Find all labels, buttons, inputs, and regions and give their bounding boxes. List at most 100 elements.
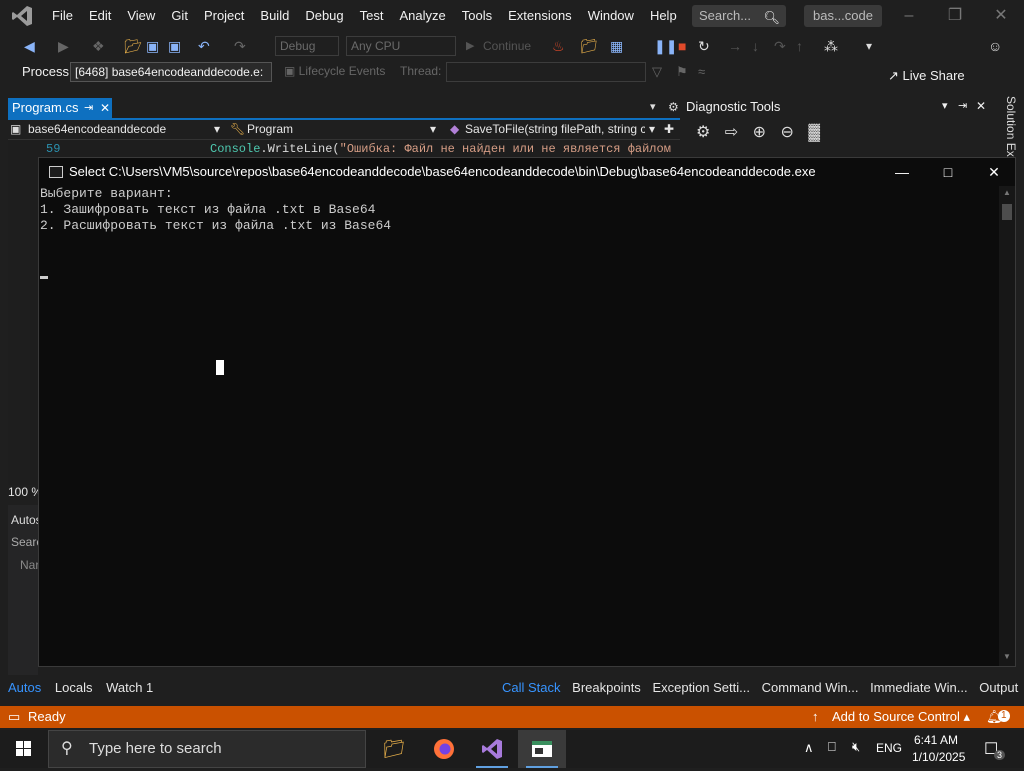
thread-select[interactable] bbox=[446, 62, 646, 82]
hot-reload-icon[interactable]: ♨ bbox=[552, 36, 565, 56]
menu-analyze[interactable]: Analyze bbox=[391, 0, 453, 32]
forward-icon[interactable]: ▶ bbox=[58, 36, 69, 56]
menu-tools[interactable]: Tools bbox=[454, 0, 500, 32]
tab-output[interactable]: Output bbox=[979, 680, 1018, 695]
console-window[interactable]: Select C:\Users\VM5\source\repos\base64e… bbox=[38, 157, 1016, 667]
menu-project[interactable]: Project bbox=[196, 0, 252, 32]
scroll-up-icon[interactable]: ▲ bbox=[1003, 188, 1011, 197]
diag-close-icon[interactable]: ✕ bbox=[976, 99, 986, 113]
nav-project-chevron-icon[interactable]: ▾ bbox=[214, 122, 220, 136]
diag-settings-icon[interactable]: ⚙ bbox=[696, 124, 710, 141]
taskbar-search-input[interactable]: ⚲ Type here to search bbox=[48, 730, 366, 768]
console-taskbar-icon[interactable] bbox=[518, 730, 566, 768]
diag-pin-icon[interactable]: ⇥ bbox=[958, 99, 967, 112]
console-output[interactable]: Выберите вариант: 1. Зашифровать текст и… bbox=[39, 186, 999, 666]
hide-threads-icon[interactable]: ≈ bbox=[698, 64, 705, 79]
back-icon[interactable]: ◀ bbox=[24, 36, 35, 56]
diag-zoom-out-icon[interactable]: ⊖ bbox=[781, 124, 794, 141]
nav-class-chevron-icon[interactable]: ▾ bbox=[430, 122, 436, 136]
show-next-statement-icon[interactable]: → bbox=[728, 36, 742, 56]
redo-icon[interactable]: ↷ bbox=[234, 36, 246, 56]
feedback-icon[interactable]: ☺ bbox=[988, 36, 1002, 56]
nav-member-dropdown[interactable]: SaveToFile(string filePath, string cc bbox=[465, 122, 645, 136]
tab-watch-1[interactable]: Watch 1 bbox=[106, 680, 153, 695]
tray-overflow-icon[interactable]: ∧ bbox=[804, 740, 814, 756]
restore-button[interactable]: ❐ bbox=[932, 0, 978, 32]
scroll-down-icon[interactable]: ▼ bbox=[1003, 652, 1011, 661]
console-title-bar[interactable]: Select C:\Users\VM5\source\repos\base64e… bbox=[39, 158, 1015, 186]
split-editor-icon[interactable]: ✚ bbox=[664, 122, 674, 136]
tab-call-stack[interactable]: Call Stack bbox=[502, 680, 561, 695]
diag-zoom-in-icon[interactable]: ⊕ bbox=[753, 124, 766, 141]
save-icon[interactable]: ▣ bbox=[146, 36, 159, 56]
console-close-button[interactable]: ✕ bbox=[971, 158, 1017, 186]
tab-autos[interactable]: Autos bbox=[8, 680, 41, 695]
nav-member-chevron-icon[interactable]: ▾ bbox=[649, 122, 655, 136]
browser-link-icon[interactable]: ▦ bbox=[610, 36, 623, 56]
menu-help[interactable]: Help bbox=[642, 0, 685, 32]
tab-exception-settings[interactable]: Exception Setti... bbox=[652, 680, 750, 695]
toolbar-overflow-icon[interactable]: ▾ bbox=[866, 36, 872, 56]
stop-icon[interactable]: ■ bbox=[678, 36, 686, 56]
diag-dropdown-icon[interactable]: ▾ bbox=[942, 99, 948, 112]
volume-muted-icon[interactable]: 🔇︎ bbox=[852, 739, 860, 755]
tab-breakpoints[interactable]: Breakpoints bbox=[572, 680, 641, 695]
menu-edit[interactable]: Edit bbox=[81, 0, 119, 32]
flag-icon[interactable]: ⚑ bbox=[676, 64, 688, 80]
firefox-icon[interactable] bbox=[420, 730, 468, 768]
add-to-source-control-button[interactable]: Add to Source Control ▴ bbox=[832, 706, 970, 728]
console-scrollbar[interactable]: ▲ ▼ bbox=[999, 186, 1015, 666]
input-language[interactable]: ENG bbox=[876, 741, 902, 755]
menu-extensions[interactable]: Extensions bbox=[500, 0, 580, 32]
menu-build[interactable]: Build bbox=[252, 0, 297, 32]
menu-view[interactable]: View bbox=[119, 0, 163, 32]
undo-icon[interactable]: ↶ bbox=[198, 36, 210, 56]
tab-close-icon[interactable]: ✕ bbox=[100, 98, 110, 118]
minimize-button[interactable]: – bbox=[886, 0, 932, 32]
scrollbar-thumb[interactable] bbox=[1002, 204, 1012, 220]
menu-file[interactable]: File bbox=[44, 0, 81, 32]
network-icon[interactable]: ⎕ bbox=[828, 739, 836, 755]
solution-name-badge[interactable]: bas...code bbox=[804, 5, 882, 27]
file-explorer-icon[interactable]: 📁︎ bbox=[370, 730, 418, 768]
visual-studio-taskbar-icon[interactable] bbox=[468, 730, 516, 768]
menu-window[interactable]: Window bbox=[580, 0, 642, 32]
clock-time[interactable]: 6:41 AM bbox=[914, 733, 958, 747]
open-folder-icon[interactable]: 📂︎ bbox=[124, 36, 142, 56]
close-button[interactable]: ✕ bbox=[978, 0, 1024, 32]
tab-command-window[interactable]: Command Win... bbox=[762, 680, 859, 695]
nav-project-dropdown[interactable]: base64encodeanddecode bbox=[28, 122, 166, 136]
browse-folder-icon[interactable]: 📁︎ bbox=[580, 36, 598, 56]
filter-icon[interactable]: ▽ bbox=[652, 64, 662, 80]
pause-icon[interactable]: ❚❚ bbox=[654, 36, 677, 56]
save-all-icon[interactable]: ▣ bbox=[168, 36, 181, 56]
pin-icon[interactable]: ⇥ bbox=[84, 98, 93, 118]
console-maximize-button[interactable]: □ bbox=[925, 158, 971, 186]
clock-date[interactable]: 1/10/2025 bbox=[912, 750, 965, 764]
continue-button[interactable]: Continue bbox=[483, 39, 531, 53]
tab-program-cs[interactable]: Program.cs ⇥ ✕ bbox=[8, 98, 112, 118]
tab-immediate-window[interactable]: Immediate Win... bbox=[870, 680, 968, 695]
diag-chart-icon[interactable]: ▓ bbox=[808, 124, 820, 141]
search-input[interactable]: Search... 🔍︎ bbox=[692, 5, 786, 27]
settings-gear-icon[interactable]: ⚙ bbox=[668, 100, 679, 114]
platform-select[interactable]: Any CPU bbox=[346, 36, 456, 56]
lifecycle-events-dropdown[interactable]: ▣ Lifecycle Events bbox=[284, 64, 385, 78]
start-button[interactable] bbox=[0, 730, 48, 768]
process-select[interactable]: [6468] base64encodeanddecode.e: bbox=[70, 62, 272, 82]
continue-play-icon[interactable]: ▶ bbox=[466, 36, 474, 56]
restart-icon[interactable]: ↻ bbox=[698, 36, 710, 56]
nav-class-dropdown[interactable]: Program bbox=[247, 122, 293, 136]
zoom-level[interactable]: 100 % bbox=[8, 485, 42, 499]
step-out-icon[interactable]: ↑ bbox=[796, 36, 803, 56]
step-into-icon[interactable]: ↓ bbox=[752, 36, 759, 56]
step-over-icon[interactable]: ↷ bbox=[774, 36, 786, 56]
configuration-select[interactable]: Debug bbox=[275, 36, 339, 56]
tab-overflow-icon[interactable]: ▾ bbox=[650, 100, 656, 113]
tab-locals[interactable]: Locals bbox=[55, 680, 93, 695]
new-item-icon[interactable]: ❖ bbox=[92, 36, 105, 56]
menu-test[interactable]: Test bbox=[352, 0, 392, 32]
menu-git[interactable]: Git bbox=[163, 0, 196, 32]
console-minimize-button[interactable]: — bbox=[879, 158, 925, 186]
diag-export-icon[interactable]: ⇨ bbox=[725, 124, 738, 141]
